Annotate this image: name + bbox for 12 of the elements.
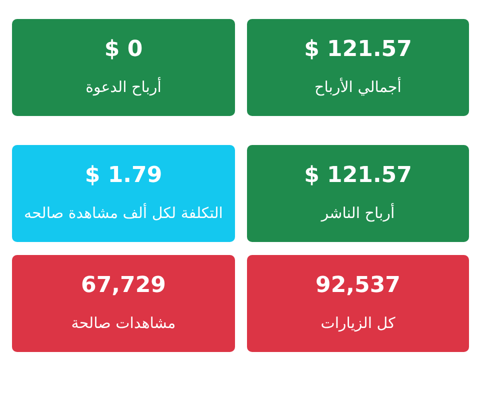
stat-label: أجمالي الأرباح	[314, 76, 402, 98]
stat-value: 67,729	[80, 272, 167, 300]
stat-label: مشاهدات صالحة	[70, 313, 177, 334]
stat-label: كل الزيارات	[320, 313, 396, 334]
stat-value: $ 0	[103, 36, 144, 64]
stat-label: أرباح الدعوة	[84, 76, 162, 98]
stat-value: $ 1.79	[84, 162, 164, 190]
stat-label: التكلفة لكل ألف مشاهدة صالحه	[24, 202, 223, 224]
stat-value: $ 121.57	[303, 36, 413, 64]
stat-value: $ 121.57	[303, 162, 413, 190]
stat-label: أرباح الناشر	[320, 202, 396, 224]
stat-value: 92,537	[314, 272, 402, 300]
